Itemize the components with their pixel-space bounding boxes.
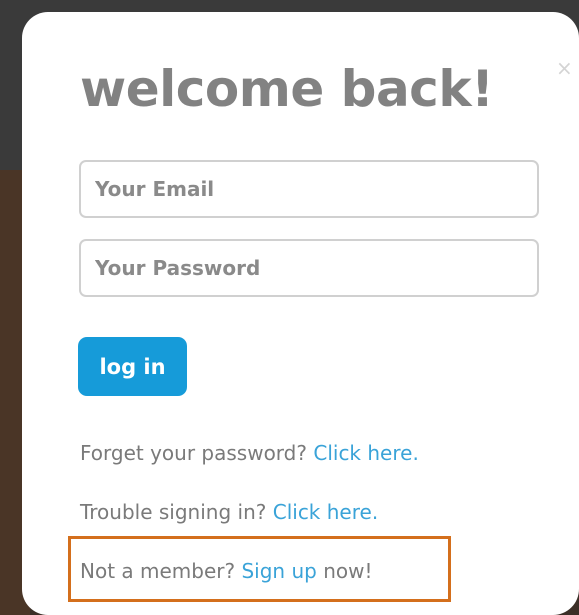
not-a-member-text: Not a member? [80, 559, 236, 583]
signup-line: Not a member? Sign up now! [80, 557, 373, 585]
forgot-password-link[interactable]: Click here. [313, 441, 418, 465]
trouble-signing-in-line: Trouble signing in? Click here. [80, 498, 378, 526]
login-modal: × welcome back! log in Forget your passw… [22, 12, 579, 615]
modal-title: welcome back! [80, 60, 494, 118]
trouble-signing-in-text: Trouble signing in? [80, 500, 267, 524]
trouble-signing-in-link[interactable]: Click here. [273, 500, 378, 524]
password-field[interactable] [79, 239, 539, 297]
login-button[interactable]: log in [78, 337, 187, 396]
email-field[interactable] [79, 160, 539, 218]
signup-suffix-text: now! [323, 559, 373, 583]
forgot-password-text: Forget your password? [80, 441, 307, 465]
close-icon[interactable]: × [556, 58, 573, 78]
signup-link[interactable]: Sign up [241, 559, 316, 583]
forgot-password-line: Forget your password? Click here. [80, 439, 419, 467]
